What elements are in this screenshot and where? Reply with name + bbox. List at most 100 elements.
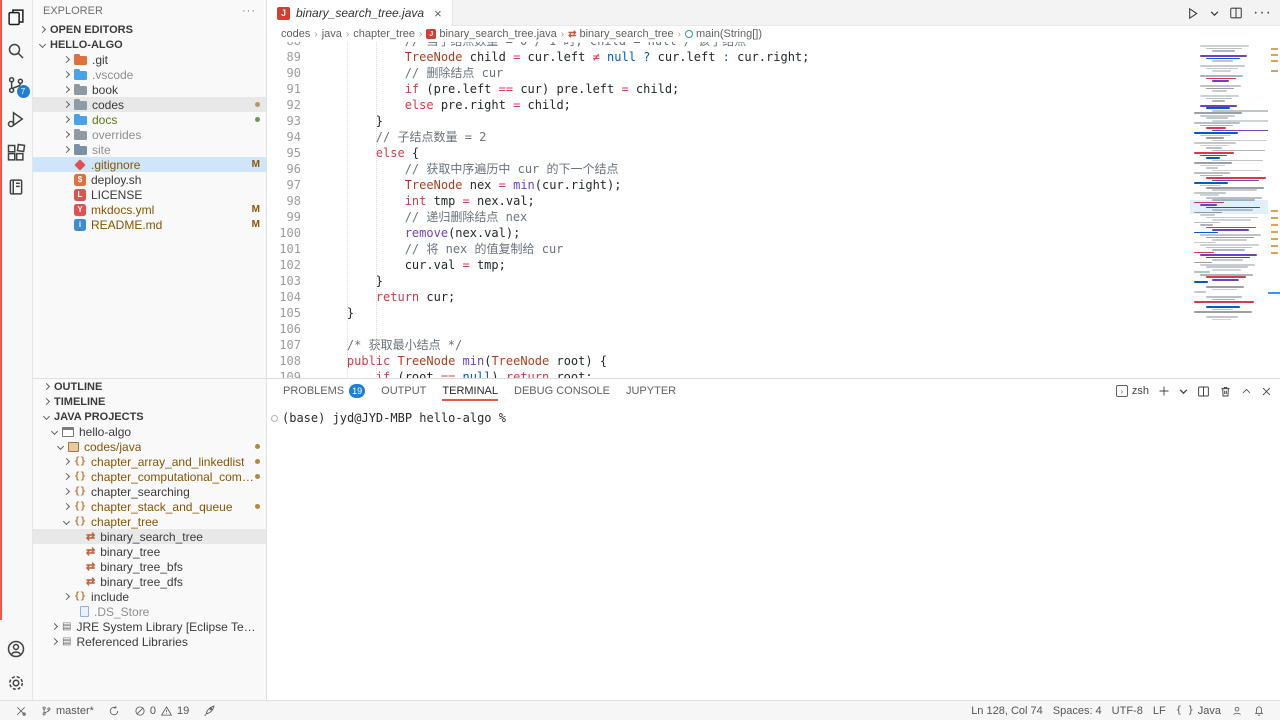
run-button-icon[interactable] bbox=[1185, 6, 1200, 21]
tree-item-deploy-sh[interactable]: $deploy.sh bbox=[33, 172, 266, 187]
new-terminal-icon[interactable] bbox=[1158, 385, 1170, 397]
code-line[interactable]: 92 else pre.right = child; bbox=[267, 97, 1190, 113]
run-dropdown-icon[interactable] bbox=[1210, 9, 1219, 18]
search-icon[interactable] bbox=[0, 34, 33, 68]
outline-section[interactable]: OUTLINE bbox=[33, 379, 266, 394]
code-line[interactable]: 94 // 子结点数量 = 2 bbox=[267, 129, 1190, 145]
code-line[interactable]: 108 public TreeNode min(TreeNode root) { bbox=[267, 353, 1190, 369]
timeline-section[interactable]: TIMELINE bbox=[33, 394, 266, 409]
open-editors-section[interactable]: OPEN EDITORS bbox=[33, 22, 266, 37]
tree-item-docs[interactable]: docs bbox=[33, 112, 266, 127]
panel-tab-problems[interactable]: PROBLEMS19 bbox=[283, 379, 365, 403]
source-control-icon[interactable]: 7 bbox=[0, 68, 33, 102]
code-line[interactable]: 91 if (pre.left == cur) pre.left = child… bbox=[267, 81, 1190, 97]
settings-gear-icon[interactable] bbox=[0, 666, 33, 700]
problems-indicator[interactable]: 0 19 bbox=[129, 701, 194, 720]
encoding-setting[interactable]: UTF-8 bbox=[1107, 705, 1148, 717]
code-line[interactable]: 90 // 删除结点 cur bbox=[267, 65, 1190, 81]
kill-terminal-icon[interactable] bbox=[1219, 385, 1232, 398]
java-projects-section[interactable]: JAVA PROJECTS bbox=[33, 409, 266, 424]
tree-item-readme-md[interactable]: iREADME.mdM bbox=[33, 217, 266, 232]
code-line[interactable]: 105 } bbox=[267, 305, 1190, 321]
tree-item-chapter-searching[interactable]: {}chapter_searching bbox=[33, 484, 266, 499]
code-line[interactable]: 88 // 当子结点数量 = 0 / 1 时, child = null / 该… bbox=[267, 42, 1190, 49]
feedback-icon[interactable] bbox=[1226, 705, 1248, 717]
panel-tab-debug-console[interactable]: DEBUG CONSOLE bbox=[514, 379, 610, 403]
tree-item-mkdocs-yml[interactable]: Ymkdocs.ymlM bbox=[33, 202, 266, 217]
indentation-setting[interactable]: Spaces: 4 bbox=[1048, 705, 1107, 717]
split-editor-icon[interactable] bbox=[1229, 6, 1243, 20]
extensions-icon[interactable] bbox=[0, 136, 33, 170]
tree-item-binary-search-tree[interactable]: ⇄binary_search_tree bbox=[33, 529, 266, 544]
close-panel-icon[interactable] bbox=[1261, 386, 1272, 397]
panel-tab-terminal[interactable]: TERMINAL bbox=[442, 379, 498, 403]
tree-item-chapter-array-and-linkedlist[interactable]: {}chapter_array_and_linkedlist bbox=[33, 454, 266, 469]
code-line[interactable]: 96 // 获取中序遍历中 cur 的下一个结点 bbox=[267, 161, 1190, 177]
overview-ruler[interactable] bbox=[1268, 42, 1280, 378]
code-line[interactable]: 107 /* 获取最小结点 */ bbox=[267, 337, 1190, 353]
code-line[interactable]: 109 if (root == null) return root; bbox=[267, 369, 1190, 378]
code-editor[interactable]: 88 // 当子结点数量 = 0 / 1 时, child = null / 该… bbox=[267, 42, 1190, 378]
account-icon[interactable] bbox=[0, 632, 33, 666]
tree-item-chapter-tree[interactable]: {}chapter_tree bbox=[33, 514, 266, 529]
code-line[interactable]: 98 int tmp = nex.val; bbox=[267, 193, 1190, 209]
notifications-bell-icon[interactable] bbox=[1248, 705, 1270, 717]
terminal[interactable]: (base) jyd@JYD-MBP hello-algo % bbox=[267, 403, 1280, 700]
cursor-position[interactable]: Ln 128, Col 74 bbox=[966, 705, 1048, 717]
tree-item-book[interactable]: book bbox=[33, 82, 266, 97]
tree-item-site[interactable]: site bbox=[33, 142, 266, 157]
breadcrumb-item-main-string[interactable]: main(String[]) bbox=[685, 28, 762, 40]
tree-item-gitignore[interactable]: .gitignoreM bbox=[33, 157, 266, 172]
tab-binary-search-tree[interactable]: J binary_search_tree.java × bbox=[267, 0, 453, 26]
breadcrumb-item-binary-search-tree-java[interactable]: Jbinary_search_tree.java bbox=[426, 28, 556, 40]
code-line[interactable]: 101 // 将 nex 的值复制给 cur bbox=[267, 241, 1190, 257]
breadcrumb-item-chapter-tree[interactable]: chapter_tree bbox=[353, 28, 415, 40]
split-terminal-icon[interactable] bbox=[1197, 385, 1210, 398]
tree-item-jre-system-library-eclipse-temurin-17-17[interactable]: ▤JRE System Library [Eclipse Temurin 17 … bbox=[33, 619, 266, 634]
code-line[interactable]: 95 else { bbox=[267, 145, 1190, 161]
code-line[interactable]: 103 } bbox=[267, 273, 1190, 289]
code-line[interactable]: 100 remove(nex.val); bbox=[267, 225, 1190, 241]
code-line[interactable]: 102 cur.val = tmp; bbox=[267, 257, 1190, 273]
panel-tab-output[interactable]: OUTPUT bbox=[381, 379, 426, 403]
tree-item-binary-tree[interactable]: ⇄binary_tree bbox=[33, 544, 266, 559]
tree-item-chapter-stack-and-queue[interactable]: {}chapter_stack_and_queue bbox=[33, 499, 266, 514]
git-branch-indicator[interactable]: master* bbox=[36, 701, 99, 720]
tab-close-icon[interactable]: × bbox=[434, 6, 442, 21]
tree-item-overrides[interactable]: overrides bbox=[33, 127, 266, 142]
remote-tools-icon[interactable] bbox=[10, 701, 32, 720]
shell-picker[interactable]: › zsh bbox=[1116, 385, 1149, 397]
terminal-dropdown-icon[interactable] bbox=[1179, 387, 1188, 396]
tree-item-referenced-libraries[interactable]: ▤Referenced Libraries bbox=[33, 634, 266, 649]
tree-item-chapter-computational-complexity[interactable]: {}chapter_computational_complexity bbox=[33, 469, 266, 484]
tree-item-codes-java[interactable]: codes/java bbox=[33, 439, 266, 454]
tree-item-ds-store[interactable]: .DS_Store bbox=[33, 604, 266, 619]
maximize-panel-icon[interactable] bbox=[1241, 386, 1252, 397]
tree-item-codes[interactable]: codes bbox=[33, 97, 266, 112]
minimap[interactable] bbox=[1190, 42, 1268, 378]
rocket-deploy-button[interactable] bbox=[198, 701, 221, 720]
tree-item-vscode[interactable]: .vscode bbox=[33, 67, 266, 82]
breadcrumb-item-java[interactable]: java bbox=[322, 28, 342, 40]
tree-item-include[interactable]: {}include bbox=[33, 589, 266, 604]
tree-item-hello-algo[interactable]: hello-algo bbox=[33, 424, 266, 439]
code-line[interactable]: 89 TreeNode child = cur.left ≠ null ? cu… bbox=[267, 49, 1190, 65]
tree-item-license[interactable]: LLICENSE bbox=[33, 187, 266, 202]
breadcrumb-item-codes[interactable]: codes bbox=[281, 28, 310, 40]
sync-changes-button[interactable] bbox=[103, 701, 125, 720]
notebook-icon[interactable] bbox=[0, 170, 33, 204]
code-line[interactable]: 97 TreeNode nex = min(cur.right); bbox=[267, 177, 1190, 193]
code-line[interactable]: 106 bbox=[267, 321, 1190, 337]
editor-more-actions-icon[interactable]: ··· bbox=[1253, 4, 1272, 22]
breadcrumb-item-binary-search-tree[interactable]: ⇄binary_search_tree bbox=[568, 28, 674, 40]
code-line[interactable]: 99 // 递归删除结点 nex bbox=[267, 209, 1190, 225]
language-mode[interactable]: { } Java bbox=[1171, 705, 1226, 717]
tree-item-binary-tree-dfs[interactable]: ⇄binary_tree_dfs bbox=[33, 574, 266, 589]
run-debug-icon[interactable] bbox=[0, 102, 33, 136]
root-folder-section[interactable]: HELLO-ALGO bbox=[33, 37, 266, 52]
code-line[interactable]: 104 return cur; bbox=[267, 289, 1190, 305]
panel-tab-jupyter[interactable]: JUPYTER bbox=[626, 379, 676, 403]
tree-item-binary-tree-bfs[interactable]: ⇄binary_tree_bfs bbox=[33, 559, 266, 574]
tree-item-git[interactable]: .git bbox=[33, 52, 266, 67]
explorer-icon[interactable] bbox=[0, 0, 33, 34]
